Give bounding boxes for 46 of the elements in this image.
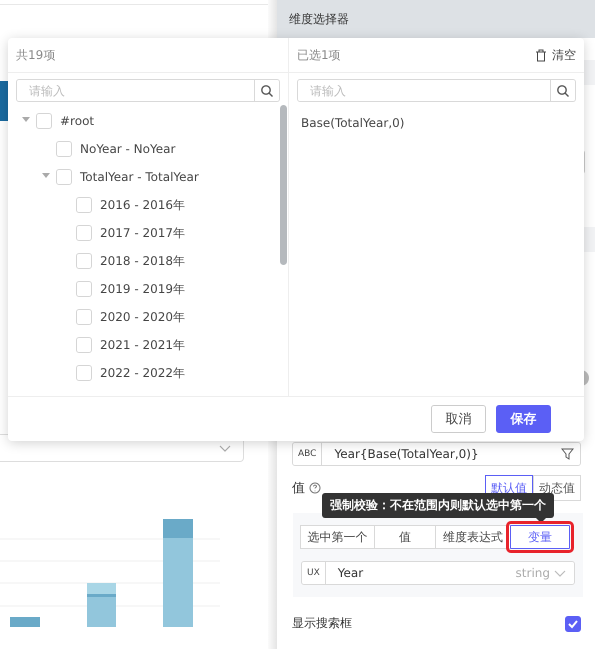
cancel-button[interactable]: 取消 xyxy=(431,405,486,433)
search-button[interactable] xyxy=(255,79,280,102)
filter-icon xyxy=(561,448,574,460)
tree-item-label[interactable]: #root xyxy=(60,114,94,128)
selected-count: 已选1项 xyxy=(297,46,341,64)
fallback-option[interactable]: 选中第一个 xyxy=(300,525,375,549)
tree-item-label[interactable]: 2019 - 2019年 xyxy=(100,280,186,298)
checkbox[interactable] xyxy=(565,616,581,632)
tree-item-label[interactable]: NoYear - NoYear xyxy=(80,142,176,156)
tree-item-label[interactable]: 2022 - 2022年 xyxy=(100,364,186,382)
tree-item-label[interactable]: 2016 - 2016年 xyxy=(100,196,186,214)
search-icon xyxy=(260,84,274,98)
item-count: 共19项 xyxy=(16,46,56,64)
bar-segment xyxy=(10,617,40,627)
tree-item-label[interactable]: TotalYear - TotalYear xyxy=(80,170,199,184)
help-icon xyxy=(309,482,321,494)
clear-button[interactable]: 清空 xyxy=(535,46,576,64)
search-field[interactable]: 请输入 xyxy=(297,79,551,102)
expression-field[interactable]: ABC Year{Base(TotalYear,0)} xyxy=(292,442,581,466)
selected-item[interactable]: Base(TotalYear,0) xyxy=(301,116,572,130)
fallback-option[interactable]: 值 xyxy=(374,525,436,549)
sidebar-accent xyxy=(0,81,8,121)
option-label: 显示搜索框 xyxy=(292,615,352,632)
value-label: 值 xyxy=(292,480,305,497)
check-icon xyxy=(567,618,579,630)
field-value: Year xyxy=(336,566,364,580)
panel-title: 维度选择器 xyxy=(277,0,595,38)
search-icon xyxy=(556,84,570,98)
chevron-down-icon xyxy=(554,570,566,576)
field-value: Year{Base(TotalYear,0)} xyxy=(333,447,480,461)
fallback-option[interactable]: 维度表达式 xyxy=(435,525,511,549)
trash-icon xyxy=(535,48,547,62)
variable-field[interactable]: UX Year string xyxy=(301,561,575,585)
type-prefix: UX xyxy=(302,562,326,584)
scrollbar[interactable] xyxy=(280,105,287,265)
search-field[interactable]: 请输入 xyxy=(16,79,255,102)
chevron-down-icon xyxy=(219,444,231,452)
search-button[interactable] xyxy=(551,79,576,102)
tree-item-label[interactable]: 2017 - 2017年 xyxy=(100,224,186,242)
save-button[interactable]: 保存 xyxy=(496,405,551,433)
type-label: string xyxy=(516,566,550,580)
type-prefix: ABC xyxy=(293,443,322,465)
tree-item-label[interactable]: 2018 - 2018年 xyxy=(100,252,186,270)
tree-item-label[interactable]: 2021 - 2021年 xyxy=(100,336,186,354)
tree-item-label[interactable]: 2020 - 2020年 xyxy=(100,308,186,326)
tooltip: 强制校验：不在范围内则默认选中第一个 xyxy=(322,493,554,518)
